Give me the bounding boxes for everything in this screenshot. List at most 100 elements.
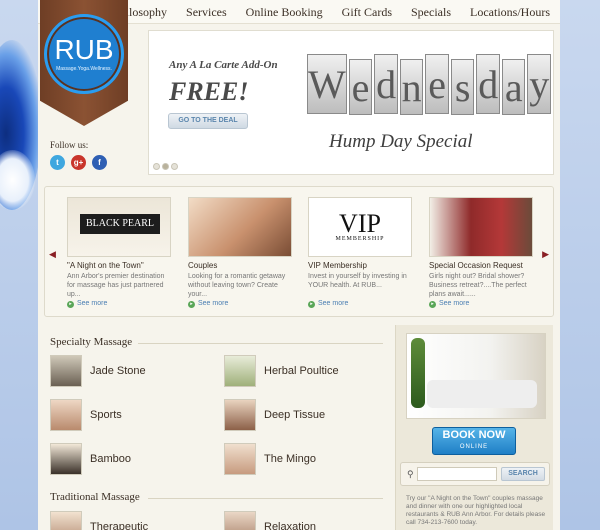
hero-banner[interactable]: Any A La Carte Add-On FREE! GO TO THE DE… [148, 30, 554, 175]
logo-ribbon[interactable]: RUB Massage.Yoga.Wellness. [40, 0, 128, 126]
plant-image [411, 338, 425, 408]
sidebar-promo-text: Try our "A Night on the Town" couples ma… [406, 495, 546, 526]
nav-services[interactable]: Services [186, 5, 227, 20]
massage-thumb [50, 399, 82, 431]
massage-thumb [50, 443, 82, 475]
logo[interactable]: RUB Massage.Yoga.Wellness. [44, 14, 124, 94]
massage-thumb [224, 399, 256, 431]
banner-subtitle: Hump Day Special [329, 131, 473, 152]
search-input[interactable] [417, 467, 497, 481]
letter-tile: a [501, 59, 526, 115]
search-icon: ⚲ [407, 469, 414, 479]
carousel-title[interactable]: VIP Membership [308, 261, 412, 270]
massage-label: Deep Tissue [264, 409, 326, 421]
massage-thumb [224, 511, 256, 530]
massage-bamboo[interactable]: Bamboo [50, 443, 131, 475]
massage-the-mingo[interactable]: The Mingo [224, 443, 316, 475]
massage-herbal-poultice[interactable]: Herbal Poultice [224, 355, 339, 387]
right-sidebar: BOOK NOW ONLINE ⚲ SEARCH Try our "A Nigh… [395, 325, 553, 530]
wednesday-letter-tiles: W e d n e s d a y [307, 43, 552, 125]
letter-tile: e [425, 54, 449, 114]
letter-tile: W [307, 54, 347, 114]
vip-logo-text: VIP [339, 209, 381, 238]
massage-thumb [50, 355, 82, 387]
carousel-next-arrow[interactable]: ▶ [542, 249, 549, 260]
massage-list: Specialty Massage Jade Stone Herbal Poul… [38, 325, 395, 530]
divider [138, 343, 383, 344]
membership-logo-text: MEMBERSHIP [335, 236, 385, 242]
massage-thumb [224, 355, 256, 387]
massage-label: Jade Stone [90, 365, 146, 377]
carousel-title[interactable]: "A Night on the Town" [67, 261, 171, 270]
massage-therapeutic[interactable]: Therapeutic [50, 511, 148, 530]
see-more-link[interactable]: See more [429, 300, 533, 308]
nav-specials[interactable]: Specials [411, 5, 451, 20]
carousel-title[interactable]: Couples [188, 261, 292, 270]
page-container: Philosophy Services Online Booking Gift … [38, 0, 560, 530]
logo-text: RUB [54, 34, 114, 65]
carousel-thumb[interactable]: VIP MEMBERSHIP [308, 197, 412, 257]
carousel-item[interactable]: Couples Looking for a romantic getaway w… [188, 197, 292, 308]
massage-label: Bamboo [90, 453, 131, 465]
search-box: ⚲ SEARCH [400, 462, 550, 486]
letter-tile: y [527, 54, 552, 114]
carousel-title[interactable]: Special Occasion Request [429, 261, 533, 270]
carousel-desc: Ann Arbor's premier destination for mass… [67, 273, 165, 298]
letter-tile: d [374, 54, 398, 114]
letter-tile: s [450, 59, 475, 115]
carousel-item[interactable]: VIP MEMBERSHIP VIP Membership Invest in … [308, 197, 412, 308]
nav-gift-cards[interactable]: Gift Cards [342, 5, 392, 20]
massage-label: Therapeutic [90, 521, 149, 530]
promo-free: FREE! [169, 77, 249, 106]
massage-thumb [224, 443, 256, 475]
follow-us-label: Follow us: [50, 140, 89, 150]
massage-label: The Mingo [264, 453, 316, 465]
massage-label: Sports [90, 409, 122, 421]
carousel-thumb[interactable] [429, 197, 533, 257]
massage-thumb [50, 511, 82, 530]
nav-online-booking[interactable]: Online Booking [246, 5, 323, 20]
twitter-icon[interactable]: t [50, 155, 65, 170]
see-more-link[interactable]: See more [67, 300, 171, 308]
divider [148, 498, 383, 499]
carousel-thumb[interactable]: BLACK PEARL [67, 197, 171, 257]
slide-dot[interactable] [153, 163, 160, 170]
online-label: ONLINE [459, 444, 489, 450]
relaxing-woman-photo [406, 333, 546, 419]
search-button[interactable]: SEARCH [501, 467, 545, 481]
slide-dot-active[interactable] [162, 163, 169, 170]
see-more-link[interactable]: See more [188, 300, 292, 308]
carousel-prev-arrow[interactable]: ◀ [49, 249, 56, 260]
carousel-thumb[interactable] [188, 197, 292, 257]
massage-jade-stone[interactable]: Jade Stone [50, 355, 146, 387]
carousel-item[interactable]: BLACK PEARL "A Night on the Town" Ann Ar… [67, 197, 171, 308]
carousel-desc: Invest in yourself by investing in YOUR … [308, 273, 407, 289]
letter-tile: n [399, 59, 424, 115]
google-plus-icon[interactable]: g+ [71, 155, 86, 170]
promo-headline: Any A La Carte Add-On [169, 59, 278, 71]
slide-dots [153, 163, 178, 170]
social-icons: t g+ f [50, 155, 107, 170]
massage-label: Relaxation [264, 521, 316, 530]
letter-tile: e [348, 59, 373, 115]
specialty-massage-heading: Specialty Massage [50, 336, 133, 348]
specials-carousel: ◀ ▶ BLACK PEARL "A Night on the Town" An… [44, 186, 554, 317]
massage-relaxation[interactable]: Relaxation [224, 511, 316, 530]
nav-locations-hours[interactable]: Locations/Hours [470, 5, 550, 20]
book-now-online-button[interactable]: BOOK NOW ONLINE [432, 427, 516, 455]
go-to-deal-button[interactable]: GO TO THE DEAL [168, 113, 248, 129]
sofa-image [427, 380, 537, 408]
logo-tagline: Massage.Yoga.Wellness. [56, 66, 112, 72]
letter-tile: d [476, 54, 500, 114]
nav-items: Philosophy Services Online Booking Gift … [113, 5, 550, 20]
see-more-link[interactable]: See more [308, 300, 412, 308]
facebook-icon[interactable]: f [92, 155, 107, 170]
massage-sports[interactable]: Sports [50, 399, 122, 431]
massage-deep-tissue[interactable]: Deep Tissue [224, 399, 325, 431]
carousel-desc: Looking for a romantic getaway without l… [188, 273, 286, 298]
carousel-item[interactable]: Special Occasion Request Girls night out… [429, 197, 533, 308]
slide-dot[interactable] [171, 163, 178, 170]
massage-label: Herbal Poultice [264, 365, 339, 377]
book-now-label: BOOK NOW [442, 429, 506, 441]
black-pearl-logo: BLACK PEARL [80, 214, 160, 234]
